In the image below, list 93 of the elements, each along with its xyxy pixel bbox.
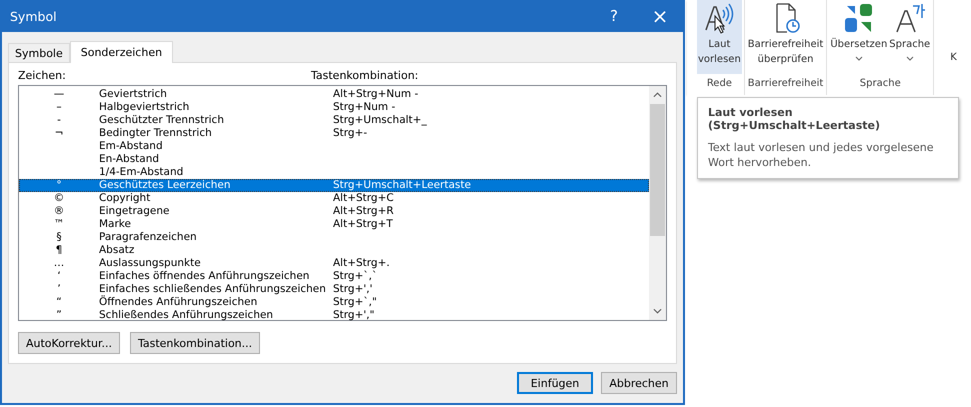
character-glyph: - [57, 114, 61, 126]
shortcut-text: Strg+Num - [333, 101, 396, 114]
language-letter-icon [894, 2, 926, 34]
character-glyph: ® [54, 205, 64, 217]
help-button[interactable]: ? [591, 0, 637, 32]
list-row[interactable]: – Halbgeviertstrich Strg+Num - [19, 101, 649, 114]
dialog-button[interactable]: Tastenkombination... [130, 332, 260, 354]
character-glyph: © [54, 192, 64, 204]
list-row[interactable]: ® Eingetragene Alt+Strg+R [19, 205, 649, 218]
tab[interactable]: Sonderzeichen [70, 41, 174, 63]
character-glyph: ¬ [54, 127, 64, 139]
character-name: Geviertstrich [99, 88, 168, 101]
character-glyph: — [54, 88, 64, 100]
list-row[interactable]: ° Geschütztes Leerzeichen Strg+Umschalt+Leertaste [19, 179, 649, 192]
character-glyph: ™ [54, 218, 64, 230]
group-label: Rede [706, 77, 732, 91]
character-name: Marke [99, 218, 132, 231]
close-button[interactable]: × [637, 0, 683, 32]
shortcut-text: Strg+',' [333, 283, 372, 296]
scroll-down-icon[interactable] [653, 308, 662, 314]
list-row[interactable]: 1/4-Em-Abstand [19, 166, 649, 179]
dialog-button[interactable]: Abbrechen [601, 372, 677, 394]
shortcut-text: Alt+Strg+C [333, 192, 394, 205]
shortcut-text: Strg+`," [333, 296, 377, 309]
dialog-button[interactable]: AutoKorrektur... [18, 332, 120, 354]
scroll-thumb[interactable] [650, 104, 665, 236]
character-name: Auslassungspunkte [99, 257, 202, 270]
character-name: Einfaches schließendes Anführungszeichen [99, 283, 327, 295]
tooltip-title: Laut vorlesen (Strg+Umschalt+Leertaste) [708, 106, 882, 132]
character-name: Geschütztes Leerzeichen [99, 179, 232, 192]
speaker-letter-icon [703, 2, 736, 34]
list-row[interactable]: § Paragrafenzeichen [19, 231, 649, 244]
character-name: 1/4-Em-Abstand [99, 166, 184, 179]
character-name: Schließendes Anführungszeichen [99, 309, 274, 322]
list-row[interactable]: ” Schließendes Anführungszeichen Strg+'," [19, 309, 649, 322]
character-name: En-Abstand [99, 153, 160, 166]
character-glyph: ¶ [56, 244, 62, 256]
character-glyph: § [56, 231, 62, 243]
character-glyph: “ [56, 296, 62, 308]
character-glyph: – [56, 101, 62, 113]
character-name: Halbgeviertstrich [99, 101, 190, 114]
ribbon-button[interactable]: Barrierefreiheit überprüfen [746, 0, 824, 74]
list-row[interactable]: Em-Abstand [19, 140, 649, 153]
shortcut-text: Strg+`,` [333, 270, 378, 283]
list-row[interactable]: — Geviertstrich Alt+Strg+Num - [19, 88, 649, 101]
translate-icon [842, 2, 875, 34]
ribbon-button[interactable]: Laut vorlesen [697, 0, 742, 74]
shortcut-text: Strg+Umschalt+_ [333, 114, 427, 127]
character-name: Em-Abstand [99, 140, 164, 153]
character-name: Paragrafenzeichen [99, 231, 198, 244]
shortcut-text: Alt+Strg+. [333, 257, 390, 270]
tooltip-text: Text laut vorlesen und jedes vorgelesene Wort hervorheben. [708, 140, 934, 170]
shortcut-text: Alt+Strg+R [333, 205, 394, 218]
list-row[interactable]: ’ Einfaches schließendes Anführungszeichen Strg+',' [19, 283, 649, 296]
window-title: Symbol [9, 8, 58, 24]
shortcut-text: Strg+'," [333, 309, 374, 322]
column-header: Zeichen: [18, 69, 67, 84]
list-row[interactable]: En-Abstand [19, 153, 649, 166]
character-glyph: … [54, 257, 64, 269]
ribbon-button[interactable]: Übersetzen [829, 0, 888, 74]
shortcut-text: Strg+- [333, 127, 368, 140]
scroll-up-icon[interactable] [653, 92, 662, 98]
shortcut-text: Alt+Strg+T [333, 218, 393, 231]
character-glyph: ” [56, 309, 62, 321]
list-row[interactable]: ¶ Absatz [19, 244, 649, 257]
group-label: Barrierefreiheit [748, 77, 824, 91]
column-header: Tastenkombination: [311, 69, 418, 84]
character-name: Eingetragene [99, 205, 170, 218]
list-row[interactable]: © Copyright Alt+Strg+C [19, 192, 649, 205]
character-name: Absatz [99, 244, 136, 257]
list-row[interactable]: ¬ Bedingter Trennstrich Strg+- [19, 127, 649, 140]
character-name: Öffnendes Anführungszeichen [99, 296, 258, 309]
scrollbar[interactable] [649, 86, 666, 320]
list-row[interactable]: - Geschützter Trennstrich Strg+Umschalt+_ [19, 114, 649, 127]
ribbon-button-label: K [950, 52, 957, 63]
character-name: Geschützter Trennstrich [99, 114, 225, 127]
ribbon-button[interactable]: Sprache [888, 0, 932, 74]
group-label: Sprache [860, 77, 901, 91]
list-row[interactable]: … Auslassungspunkte Alt+Strg+. [19, 257, 649, 270]
list-row[interactable]: ‘ Einfaches öffnendes Anführungszeichen Strg+`,` [19, 270, 649, 283]
tab[interactable]: Symbole [8, 43, 70, 62]
character-list[interactable] [18, 85, 667, 321]
character-glyph: ’ [57, 283, 61, 295]
character-glyph: ° [56, 179, 62, 191]
shortcut-text: Alt+Strg+Num - [333, 88, 418, 101]
character-glyph: ‘ [57, 270, 61, 282]
list-row[interactable]: “ Öffnendes Anführungszeichen Strg+`," [19, 296, 649, 309]
character-name: Einfaches öffnendes Anführungszeichen [99, 270, 310, 283]
shortcut-text: Strg+Umschalt+Leertaste [333, 179, 471, 192]
dialog-button[interactable]: Einfügen [517, 372, 593, 394]
character-name: Bedingter Trennstrich [99, 127, 213, 140]
character-name: Copyright [99, 192, 152, 205]
list-row[interactable]: ™ Marke Alt+Strg+T [19, 218, 649, 231]
